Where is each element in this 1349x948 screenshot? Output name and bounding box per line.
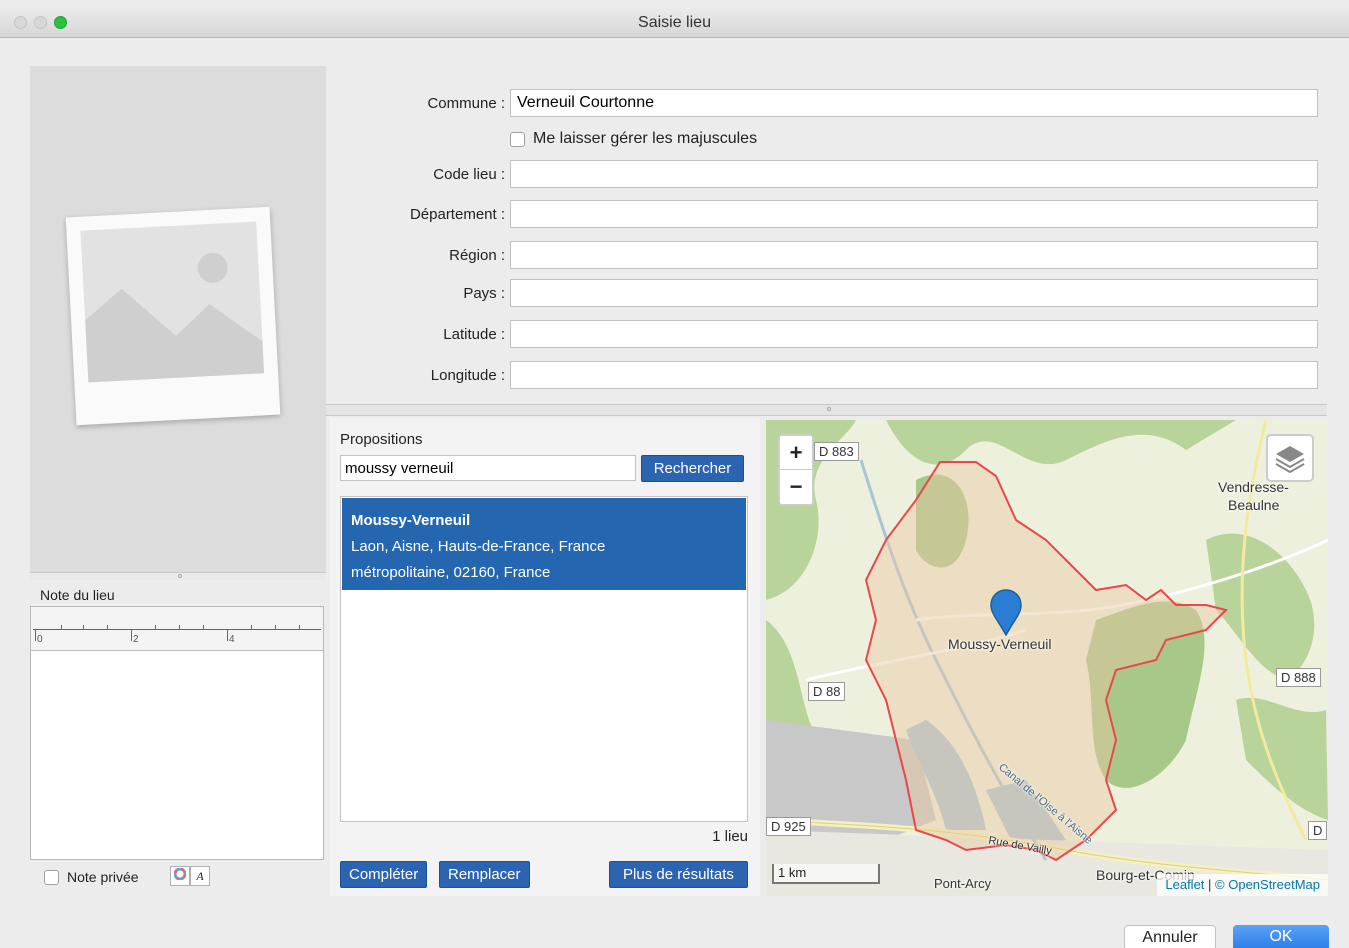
color-wheel-icon[interactable] xyxy=(170,866,190,886)
place-label: Beaulne xyxy=(1228,497,1280,513)
font-style-icon[interactable]: A xyxy=(190,866,210,886)
leaflet-link[interactable]: Leaflet xyxy=(1165,877,1204,892)
private-note-checkbox[interactable] xyxy=(44,869,59,885)
place-label: Pont-Arcy xyxy=(934,876,992,891)
region-label: Région : xyxy=(449,247,505,264)
ruler: 0 2 4 xyxy=(31,607,323,651)
zoom-out-button[interactable]: − xyxy=(780,470,812,504)
propositions-panel: Propositions Rechercher Moussy-Verneuil … xyxy=(330,418,760,896)
osm-link[interactable]: © OpenStreetMap xyxy=(1215,877,1320,892)
place-search-input[interactable] xyxy=(340,455,636,481)
commune-label: Commune : xyxy=(427,95,505,112)
road-label: D 888 xyxy=(1276,668,1321,687)
pays-label: Pays : xyxy=(463,285,505,302)
departement-label: Département : xyxy=(409,206,505,223)
road-label: D xyxy=(1308,821,1328,840)
image-placeholder-icon xyxy=(80,221,265,383)
note-editor[interactable]: 0 2 4 xyxy=(30,606,324,860)
code-lieu-input[interactable] xyxy=(510,160,1318,188)
layers-icon[interactable] xyxy=(1266,434,1314,482)
place-label: Vendresse- xyxy=(1218,479,1289,495)
private-note-row[interactable]: Note privée xyxy=(44,866,139,888)
private-note-label: Note privée xyxy=(67,869,139,885)
title-bar: Saisie lieu xyxy=(0,8,1349,38)
commune-input[interactable] xyxy=(510,89,1318,117)
propositions-title: Propositions xyxy=(340,431,423,448)
latitude-input[interactable] xyxy=(510,320,1318,348)
longitude-label: Longitude : xyxy=(430,367,505,384)
results-list[interactable]: Moussy-Verneuil Laon, Aisne, Hauts-de-Fr… xyxy=(340,496,748,822)
marker-label: Moussy-Verneuil xyxy=(948,636,1052,652)
placeholder-photo xyxy=(65,206,281,426)
cancel-button[interactable]: Annuler xyxy=(1124,925,1216,948)
zoom-in-button[interactable]: + xyxy=(780,436,812,470)
road-label: D 88 xyxy=(808,682,846,701)
replace-button[interactable]: Remplacer xyxy=(439,861,530,888)
longitude-input[interactable] xyxy=(510,361,1318,389)
result-line: métropolitaine, 02160, France xyxy=(351,564,551,581)
result-title: Moussy-Verneuil xyxy=(351,512,471,529)
road-label: D 883 xyxy=(814,442,859,461)
caps-option[interactable]: Me laisser gérer les majuscules xyxy=(510,130,757,148)
zoom-control: + − xyxy=(778,434,814,506)
caps-label: Me laisser gérer les majuscules xyxy=(533,130,758,147)
region-input[interactable] xyxy=(510,241,1318,269)
ruler-number: 0 xyxy=(37,634,43,645)
map-marker-icon[interactable] xyxy=(989,588,1023,637)
road-label: D 925 xyxy=(766,817,811,836)
map-attribution: Leaflet | © OpenStreetMap xyxy=(1157,874,1328,896)
search-button[interactable]: Rechercher xyxy=(641,455,744,482)
pays-input[interactable] xyxy=(510,279,1318,307)
result-count: 1 lieu xyxy=(712,828,748,845)
caps-checkbox[interactable] xyxy=(510,131,525,147)
departement-input[interactable] xyxy=(510,200,1318,228)
ruler-number: 2 xyxy=(133,634,139,645)
note-label: Note du lieu xyxy=(40,587,115,603)
form-results-splitter[interactable] xyxy=(326,404,1327,416)
result-item[interactable]: Moussy-Verneuil Laon, Aisne, Hauts-de-Fr… xyxy=(342,498,746,590)
map-view[interactable]: + − D 883 D 88 D 888 D 925 D Vendresse- … xyxy=(766,420,1328,896)
photo-note-splitter[interactable] xyxy=(30,572,326,580)
photo-area[interactable] xyxy=(30,66,326,572)
code-lieu-label: Code lieu : xyxy=(433,166,505,183)
ok-button[interactable]: OK xyxy=(1233,925,1329,948)
complete-button[interactable]: Compléter xyxy=(340,861,428,888)
ruler-number: 4 xyxy=(229,634,235,645)
result-line: Laon, Aisne, Hauts-de-France, France xyxy=(351,538,606,555)
latitude-label: Latitude : xyxy=(443,326,505,343)
window-title: Saisie lieu xyxy=(638,14,711,31)
map-scale: 1 km xyxy=(772,864,880,884)
more-results-button[interactable]: Plus de résultats xyxy=(609,861,748,888)
left-panel: Note du lieu 0 2 4 Note privée A xyxy=(30,66,326,896)
